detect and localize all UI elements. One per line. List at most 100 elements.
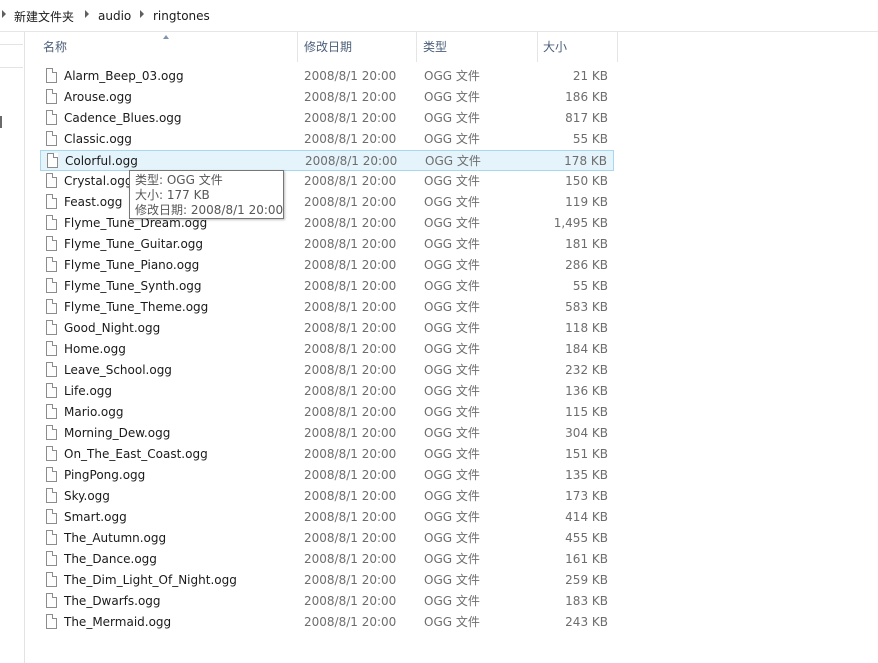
file-icon — [46, 362, 57, 377]
file-name: Home.ogg — [64, 342, 126, 356]
breadcrumb-item-audio[interactable]: audio — [98, 0, 131, 32]
chevron-right-icon[interactable] — [2, 10, 6, 18]
file-name: The_Autumn.ogg — [64, 531, 167, 545]
file-name: Leave_School.ogg — [64, 363, 172, 377]
file-modified-date: 2008/8/1 20:00 — [304, 489, 397, 503]
file-name: Feast.ogg — [64, 195, 123, 209]
file-type: OGG 文件 — [424, 489, 480, 503]
file-icon — [46, 614, 57, 629]
breadcrumb-item-ringtones[interactable]: ringtones — [153, 0, 210, 32]
file-type: OGG 文件 — [424, 573, 480, 587]
file-name: Alarm_Beep_03.ogg — [64, 69, 184, 83]
file-size: 183 KB — [565, 594, 608, 608]
file-name: Mario.ogg — [64, 405, 124, 419]
file-icon — [46, 425, 57, 440]
file-icon — [46, 68, 57, 83]
file-icon — [46, 341, 57, 356]
file-row[interactable]: Cadence_Blues.ogg 2008/8/1 20:00 OGG 文件 817… — [40, 108, 614, 129]
file-row[interactable]: On_The_East_Coast.ogg 2008/8/1 20:00 OGG 文… — [40, 444, 614, 465]
file-row[interactable]: The_Dance.ogg 2008/8/1 20:00 OGG 文件 161 KB — [40, 549, 614, 570]
file-size: 232 KB — [565, 363, 608, 377]
tooltip-modified: 修改日期: 2008/8/1 20:00 — [135, 203, 284, 217]
address-bar[interactable]: 新建文件夹 audio ringtones — [0, 0, 878, 32]
file-modified-date: 2008/8/1 20:00 — [304, 552, 397, 566]
file-type: OGG 文件 — [424, 69, 480, 83]
file-row[interactable]: Morning_Dew.ogg 2008/8/1 20:00 OGG 文件 304 K… — [40, 423, 614, 444]
file-type: OGG 文件 — [424, 237, 480, 251]
file-icon — [47, 153, 58, 168]
file-row[interactable]: Flyme_Tune_Synth.ogg 2008/8/1 20:00 OGG 文件… — [40, 276, 614, 297]
file-modified-date: 2008/8/1 20:00 — [304, 573, 397, 587]
file-type: OGG 文件 — [424, 405, 480, 419]
file-modified-date: 2008/8/1 20:00 — [304, 132, 397, 146]
file-size: 55 KB — [572, 132, 608, 146]
file-icon — [46, 551, 57, 566]
file-name: The_Dance.ogg — [64, 552, 157, 566]
breadcrumb-item-folder[interactable]: 新建文件夹 — [14, 0, 74, 32]
column-header-size[interactable]: 大小 — [537, 36, 617, 60]
file-icon — [46, 383, 57, 398]
file-row[interactable]: Leave_School.ogg 2008/8/1 20:00 OGG 文件 232 … — [40, 360, 614, 381]
file-row[interactable]: Feast.ogg 2008/8/1 20:00 OGG 文件 119 KB — [40, 192, 614, 213]
file-name: Life.ogg — [64, 384, 113, 398]
file-row[interactable]: Arouse.ogg 2008/8/1 20:00 OGG 文件 186 KB — [40, 87, 614, 108]
file-icon — [46, 446, 57, 461]
file-size: 136 KB — [565, 384, 608, 398]
file-row[interactable]: PingPong.ogg 2008/8/1 20:00 OGG 文件 135 KB — [40, 465, 614, 486]
file-size: 118 KB — [565, 321, 608, 335]
tooltip-size: 大小: 177 KB — [135, 188, 210, 202]
file-row[interactable]: Flyme_Tune_Piano.ogg 2008/8/1 20:00 OGG 文件… — [40, 255, 614, 276]
file-icon — [46, 194, 57, 209]
file-size: 161 KB — [565, 552, 608, 566]
file-size: 178 KB — [564, 154, 607, 168]
file-row[interactable]: Alarm_Beep_03.ogg 2008/8/1 20:00 OGG 文件 21 … — [40, 66, 614, 87]
file-row[interactable]: Sky.ogg 2008/8/1 20:00 OGG 文件 173 KB — [40, 486, 614, 507]
file-row[interactable]: Smart.ogg 2008/8/1 20:00 OGG 文件 414 KB — [40, 507, 614, 528]
file-icon — [46, 236, 57, 251]
file-modified-date: 2008/8/1 20:00 — [304, 237, 397, 251]
column-header-type[interactable]: 类型 — [417, 36, 537, 60]
file-icon — [46, 89, 57, 104]
file-row[interactable]: Crystal.ogg 2008/8/1 20:00 OGG 文件 150 KB — [40, 171, 614, 192]
file-row[interactable]: The_Dim_Light_Of_Night.ogg 2008/8/1 20:00… — [40, 570, 614, 591]
chevron-right-icon[interactable] — [140, 10, 144, 18]
file-type: OGG 文件 — [424, 510, 480, 524]
file-row[interactable]: The_Dwarfs.ogg 2008/8/1 20:00 OGG 文件 183 KB — [40, 591, 614, 612]
file-name: Flyme_Tune_Theme.ogg — [64, 300, 209, 314]
file-size: 817 KB — [565, 111, 608, 125]
file-type: OGG 文件 — [424, 279, 480, 293]
file-row[interactable]: Good_Night.ogg 2008/8/1 20:00 OGG 文件 118 KB — [40, 318, 614, 339]
file-name: PingPong.ogg — [64, 468, 146, 482]
file-row[interactable]: Flyme_Tune_Guitar.ogg 2008/8/1 20:00 OGG 文… — [40, 234, 614, 255]
file-size: 150 KB — [565, 174, 608, 188]
file-size: 1,495 KB — [553, 216, 608, 230]
file-row[interactable]: The_Autumn.ogg 2008/8/1 20:00 OGG 文件 455 KB — [40, 528, 614, 549]
file-size: 173 KB — [565, 489, 608, 503]
file-row[interactable]: Mario.ogg 2008/8/1 20:00 OGG 文件 115 KB — [40, 402, 614, 423]
file-modified-date: 2008/8/1 20:00 — [304, 342, 397, 356]
file-icon — [46, 131, 57, 146]
file-row[interactable]: Classic.ogg 2008/8/1 20:00 OGG 文件 55 KB — [40, 129, 614, 150]
file-row[interactable]: The_Mermaid.ogg 2008/8/1 20:00 OGG 文件 243 K… — [40, 612, 614, 633]
file-type: OGG 文件 — [424, 321, 480, 335]
file-modified-date: 2008/8/1 20:00 — [304, 384, 397, 398]
file-type: OGG 文件 — [424, 258, 480, 272]
file-type: OGG 文件 — [424, 594, 480, 608]
file-modified-date: 2008/8/1 20:00 — [304, 174, 397, 188]
file-size: 304 KB — [565, 426, 608, 440]
navigation-pane[interactable] — [0, 32, 25, 663]
column-divider[interactable] — [617, 32, 618, 62]
file-row[interactable]: Home.ogg 2008/8/1 20:00 OGG 文件 184 KB — [40, 339, 614, 360]
file-row[interactable]: Flyme_Tune_Theme.ogg 2008/8/1 20:00 OGG 文件… — [40, 297, 614, 318]
file-row[interactable]: Colorful.ogg 2008/8/1 20:00 OGG 文件 178 KB — [40, 150, 614, 171]
column-header-date[interactable]: 修改日期 — [298, 36, 416, 60]
file-row[interactable]: Life.ogg 2008/8/1 20:00 OGG 文件 136 KB — [40, 381, 614, 402]
file-modified-date: 2008/8/1 20:00 — [304, 90, 397, 104]
file-row[interactable]: Flyme_Tune_Dream.ogg 2008/8/1 20:00 OGG 文件… — [40, 213, 614, 234]
column-header-name[interactable]: 名称 — [37, 36, 297, 60]
file-modified-date: 2008/8/1 20:00 — [304, 69, 397, 83]
file-type: OGG 文件 — [424, 300, 480, 314]
file-size: 414 KB — [565, 510, 608, 524]
chevron-right-icon[interactable] — [85, 10, 89, 18]
navigation-pane-item[interactable] — [0, 44, 23, 68]
